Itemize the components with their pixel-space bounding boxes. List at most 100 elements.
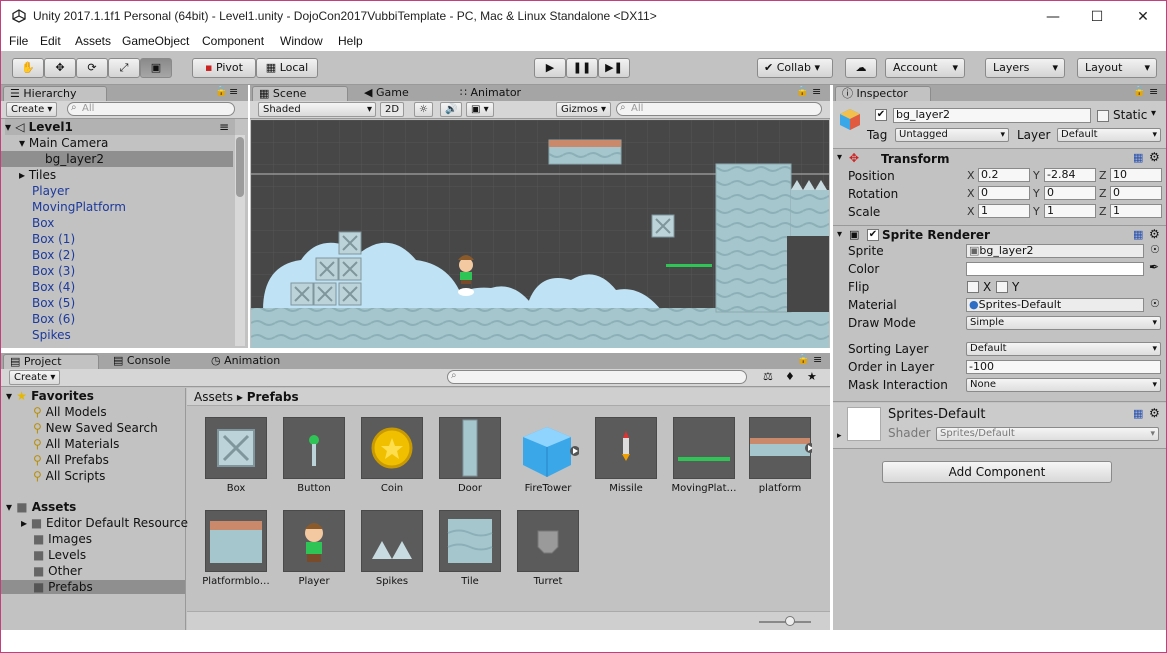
pivot-button[interactable]: ▪ Pivot [192, 58, 256, 78]
list-item[interactable]: Box (1) [32, 231, 75, 247]
pause-button[interactable]: ❚❚ [566, 58, 598, 78]
filter-type-icon[interactable]: ⚖ [763, 370, 773, 383]
mask-interaction-dropdown[interactable]: None [966, 378, 1161, 392]
hierarchy-search-input[interactable]: All [67, 102, 235, 116]
asset-platform[interactable] [749, 417, 815, 479]
asset-button[interactable] [283, 417, 345, 479]
menu-edit[interactable]: Edit [40, 34, 61, 48]
close-icon[interactable]: ✕ [1133, 7, 1153, 27]
hierarchy-create-button[interactable]: Create ▾ [6, 102, 58, 117]
object-name-input[interactable]: bg_layer2 [893, 108, 1091, 123]
list-item[interactable]: ■ Levels [33, 548, 86, 562]
lighting-icon[interactable]: ☼ [414, 102, 433, 117]
scene-menu-icon[interactable]: ≡ [219, 119, 229, 135]
tab-game[interactable]: ◀ Game [358, 86, 438, 101]
scale-tool-icon[interactable]: ⤢ [108, 58, 140, 78]
asset-missile[interactable] [595, 417, 657, 479]
hierarchy-scrollbar[interactable] [235, 135, 245, 346]
position-y-input[interactable]: -2.84 [1044, 168, 1096, 182]
object-picker-icon[interactable]: ☉ [1150, 297, 1160, 310]
gear-icon[interactable]: ⚙ [1149, 150, 1160, 164]
menu-component[interactable]: Component [202, 34, 264, 48]
layout-dropdown[interactable]: Layout ▾ [1077, 58, 1157, 78]
tab-inspector[interactable]: ⓘ Inspector [835, 86, 931, 101]
collapse-icon[interactable]: ▸ [837, 431, 842, 441]
effects-icon[interactable]: ▣ ▾ [466, 102, 494, 117]
local-button[interactable]: ▦ Local [256, 58, 318, 78]
scale-y-input[interactable]: 1 [1044, 204, 1096, 218]
menu-file[interactable]: File [9, 34, 28, 48]
list-item[interactable]: Player [32, 183, 69, 199]
help-icon[interactable]: ▦ [1133, 407, 1143, 420]
static-checkbox[interactable] [1097, 110, 1109, 122]
gear-icon[interactable]: ⚙ [1149, 406, 1160, 420]
project-create-button[interactable]: Create ▾ [9, 370, 61, 385]
list-item[interactable]: ⚲ All Prefabs [33, 453, 109, 467]
object-picker-icon[interactable]: ☉ [1150, 243, 1160, 256]
list-item-selected[interactable]: bg_layer2 [1, 151, 233, 167]
help-icon[interactable]: ▦ [1133, 228, 1143, 241]
list-item[interactable]: Spikes [32, 327, 71, 343]
tab-console[interactable]: ▤ Console [107, 354, 195, 369]
tab-hierarchy[interactable]: ☰ Hierarchy [3, 86, 107, 101]
scale-x-input[interactable]: 1 [978, 204, 1030, 218]
audio-icon[interactable]: 🔊 [440, 102, 463, 117]
lock-icon[interactable]: 🔒 [1133, 86, 1145, 97]
rotation-x-input[interactable]: 0 [978, 186, 1030, 200]
flip-y-checkbox[interactable] [996, 281, 1008, 293]
tab-animation[interactable]: ◷ Animation [205, 354, 315, 369]
shading-dropdown[interactable]: Shaded ▾ [258, 102, 376, 117]
rotate-tool-icon[interactable]: ⟳ [76, 58, 108, 78]
lock-icon[interactable]: 🔒 [215, 86, 227, 97]
list-item[interactable]: ■ Images [33, 532, 92, 546]
hand-tool-icon[interactable]: ✋ [12, 58, 44, 78]
2d-toggle[interactable]: 2D [380, 102, 405, 117]
sprite-field[interactable]: ▣bg_layer2 [966, 244, 1144, 258]
list-item-selected[interactable]: ■ Prefabs [1, 580, 185, 594]
scale-z-input[interactable]: 1 [1110, 204, 1162, 218]
shader-dropdown[interactable]: Sprites/Default [936, 427, 1159, 441]
collapse-icon[interactable]: ▾ [837, 152, 842, 163]
lock-icon[interactable]: 🔒 [797, 354, 809, 365]
panel-menu-icon[interactable]: ≡ [813, 353, 822, 366]
draw-mode-dropdown[interactable]: Simple [966, 316, 1161, 330]
rect-tool-icon[interactable]: ▣ [140, 58, 172, 78]
asset-turret[interactable] [517, 510, 579, 572]
list-item[interactable]: ⚲ New Saved Search [33, 421, 158, 435]
layer-dropdown[interactable]: Default [1057, 128, 1161, 142]
list-item[interactable]: ⚲ All Models [33, 405, 107, 419]
list-item[interactable]: Box [32, 215, 54, 231]
list-item[interactable]: Box (5) [32, 295, 75, 311]
scene-row[interactable]: ▾ ◁ Level1 ≡ [5, 119, 235, 135]
scene-viewport[interactable] [251, 120, 829, 348]
list-item[interactable]: Box (3) [32, 263, 75, 279]
active-checkbox[interactable]: ✔ [875, 109, 887, 121]
asset-player[interactable] [283, 510, 345, 572]
asset-platformblock[interactable] [205, 510, 267, 572]
filter-label-icon[interactable]: ♦ [785, 370, 795, 383]
scrollbar-thumb[interactable] [236, 137, 244, 197]
project-search-input[interactable] [447, 370, 747, 384]
menu-gameobject[interactable]: GameObject [122, 34, 189, 48]
list-item[interactable]: ▸ Tiles [19, 167, 56, 183]
asset-coin[interactable] [361, 417, 423, 479]
asset-movingplatform[interactable] [673, 417, 735, 479]
gizmos-dropdown[interactable]: Gizmos ▾ [556, 102, 612, 117]
panel-menu-icon[interactable]: ≡ [229, 85, 238, 98]
collab-dropdown[interactable]: ✔ Collab ▾ [757, 58, 833, 78]
order-in-layer-input[interactable]: -100 [966, 360, 1161, 374]
asset-spikes[interactable] [361, 510, 423, 572]
minimize-icon[interactable]: — [1043, 7, 1063, 27]
tab-animator[interactable]: ∷ Animator [454, 86, 554, 101]
list-item[interactable]: ⚲ All Scripts [33, 469, 105, 483]
color-field[interactable] [966, 262, 1144, 276]
tab-scene[interactable]: ▦ Scene [252, 86, 348, 101]
panel-menu-icon[interactable]: ≡ [812, 85, 821, 98]
position-x-input[interactable]: 0.2 [978, 168, 1030, 182]
eyedropper-icon[interactable]: ✒ [1149, 260, 1159, 274]
step-button[interactable]: ▶❚ [598, 58, 630, 78]
list-item[interactable]: Box (6) [32, 311, 75, 327]
asset-tile[interactable] [439, 510, 501, 572]
asset-firetower[interactable] [517, 417, 580, 479]
asset-box[interactable] [205, 417, 267, 479]
